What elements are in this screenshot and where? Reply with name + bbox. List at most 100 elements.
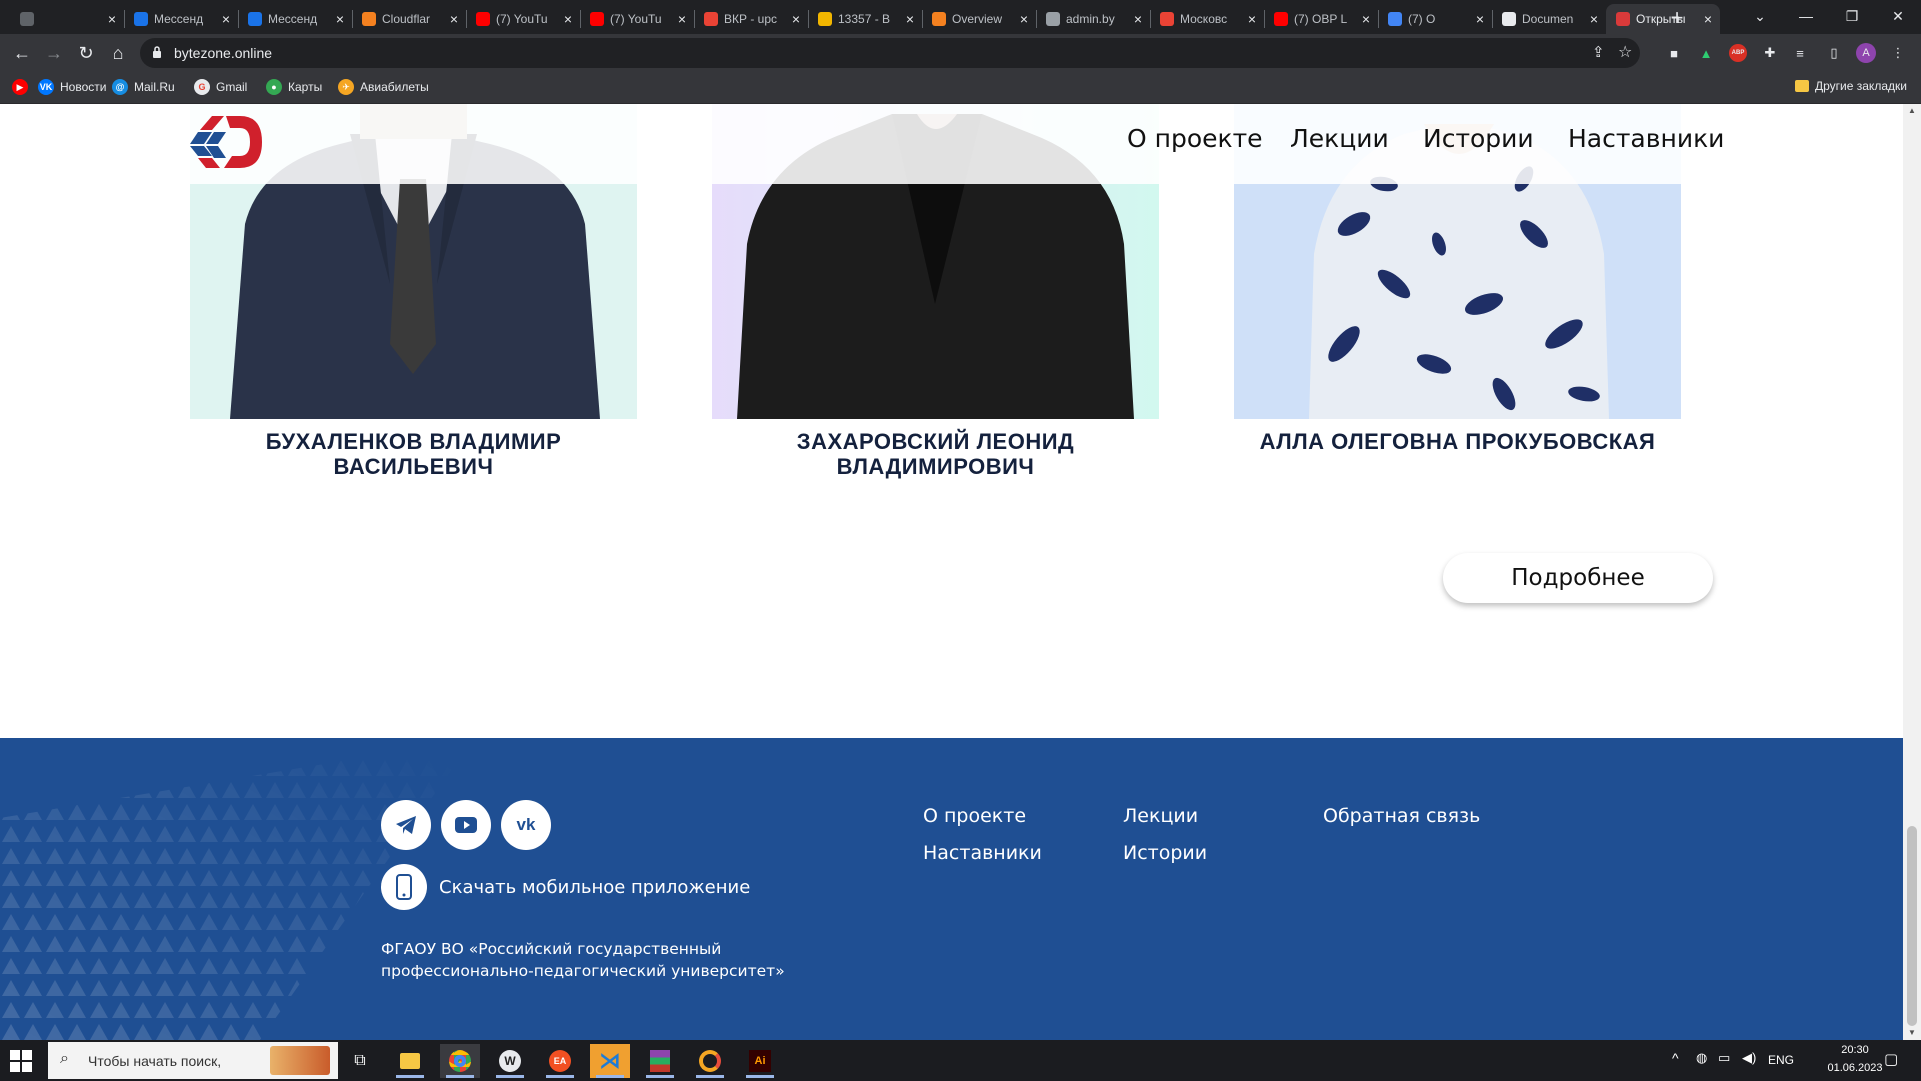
- menu-icon[interactable]: ⋮: [1888, 43, 1908, 63]
- address-bar[interactable]: bytezone.online ⇪ ☆: [140, 38, 1640, 68]
- tab-close-icon[interactable]: ×: [564, 11, 572, 27]
- footer-link-about[interactable]: О проекте: [923, 805, 1026, 827]
- tray-volume-icon[interactable]: ◀︎): [1742, 1050, 1756, 1066]
- browser-tab[interactable]: 13357 - В ×: [808, 4, 922, 34]
- tab-title: Мессенд: [268, 12, 318, 26]
- tab-close-icon[interactable]: ×: [108, 11, 116, 27]
- puzzle-icon[interactable]: ✚: [1760, 43, 1780, 63]
- nav-about[interactable]: О проекте: [1127, 124, 1263, 153]
- tab-close-icon[interactable]: ×: [1020, 11, 1028, 27]
- taskbar-search[interactable]: ⌕ Чтобы начать поиск,: [48, 1042, 338, 1079]
- footer-link-lectures[interactable]: Лекции: [1123, 805, 1198, 827]
- winrar-icon[interactable]: [640, 1044, 680, 1078]
- tab-close-icon[interactable]: ×: [1590, 11, 1598, 27]
- maximize-button[interactable]: ❐: [1829, 2, 1875, 30]
- browser-tab[interactable]: Documen ×: [1492, 4, 1606, 34]
- media-icon[interactable]: ≡: [1790, 43, 1810, 63]
- tab-close-icon[interactable]: ×: [792, 11, 800, 27]
- browser-tab[interactable]: Московс ×: [1150, 4, 1264, 34]
- more-button[interactable]: Подробнее: [1443, 553, 1713, 603]
- footer-link-feedback[interactable]: Обратная связь: [1323, 805, 1480, 827]
- browser-tab[interactable]: Мессенд ×: [238, 4, 352, 34]
- reload-button[interactable]: ↻: [72, 39, 100, 67]
- share-icon[interactable]: ⇪: [1592, 43, 1605, 61]
- bookmark-item[interactable]: @ Mail.Ru: [112, 79, 175, 95]
- avatar[interactable]: A: [1856, 43, 1876, 63]
- notifications-icon[interactable]: ▢: [1884, 1050, 1898, 1068]
- chrome-icon[interactable]: [440, 1044, 480, 1078]
- app-w-icon[interactable]: W: [490, 1044, 530, 1078]
- adblock-icon[interactable]: ABP: [1728, 43, 1748, 63]
- vk-button[interactable]: vk: [501, 800, 551, 850]
- home-button[interactable]: ⌂: [104, 39, 132, 67]
- illustrator-icon[interactable]: Ai: [740, 1044, 780, 1078]
- windows-start-icon[interactable]: [10, 1050, 32, 1072]
- page-scrollbar[interactable]: ▲ ▼: [1903, 104, 1921, 1040]
- tab-close-icon[interactable]: ×: [1704, 11, 1712, 27]
- tray-language[interactable]: ENG: [1768, 1053, 1794, 1067]
- browser-tab[interactable]: (7) О ×: [1378, 4, 1492, 34]
- footer-link-mentors[interactable]: Наставники: [923, 842, 1042, 864]
- tray-meet-icon[interactable]: ◍: [1696, 1050, 1707, 1066]
- camera-icon[interactable]: ■: [1664, 43, 1684, 63]
- tray-chevron-icon[interactable]: ^: [1672, 1050, 1679, 1066]
- mobile-app-button[interactable]: [381, 864, 427, 910]
- tab-close-icon[interactable]: ×: [906, 11, 914, 27]
- new-tab-button[interactable]: +: [1662, 4, 1692, 32]
- sidepanel-icon[interactable]: ▯: [1824, 43, 1844, 63]
- tab-close-icon[interactable]: ×: [222, 11, 230, 27]
- scroll-thumb[interactable]: [1907, 826, 1917, 1026]
- youtube-icon: [455, 817, 477, 833]
- extension-icon[interactable]: ▲: [1696, 43, 1716, 63]
- nav-lectures[interactable]: Лекции: [1290, 124, 1389, 153]
- scroll-down-icon[interactable]: ▼: [1908, 1028, 1916, 1037]
- minimize-button[interactable]: —: [1783, 2, 1829, 30]
- bookmark-item[interactable]: ✈ Авиабилеты: [338, 79, 429, 95]
- mobile-app-link[interactable]: Скачать мобильное приложение: [439, 877, 750, 898]
- youtube-button[interactable]: [441, 800, 491, 850]
- browser-tab[interactable]: ×: [10, 4, 124, 34]
- mentor-name-1[interactable]: Бухаленков Владимир Васильевич: [190, 429, 637, 479]
- bookmark-item[interactable]: ● Карты: [266, 79, 322, 95]
- file-explorer-icon[interactable]: [390, 1044, 430, 1078]
- vscode-icon[interactable]: ⋊: [590, 1044, 630, 1078]
- tab-close-icon[interactable]: ×: [1476, 11, 1484, 27]
- tab-separator: [352, 10, 353, 28]
- bookmark-item[interactable]: G Gmail: [194, 79, 247, 95]
- browser-tab[interactable]: admin.by ×: [1036, 4, 1150, 34]
- tab-close-icon[interactable]: ×: [678, 11, 686, 27]
- mentor-name-3[interactable]: Алла Олеговна Прокубовская: [1234, 429, 1681, 454]
- browser-tab[interactable]: ВКР - upc ×: [694, 4, 808, 34]
- mentor-name-2[interactable]: Захаровский Леонид Владимирович: [712, 429, 1159, 479]
- browser-tab[interactable]: Мессенд ×: [124, 4, 238, 34]
- browser-tab[interactable]: Overview ×: [922, 4, 1036, 34]
- tab-close-icon[interactable]: ×: [450, 11, 458, 27]
- nav-stories[interactable]: Истории: [1423, 124, 1534, 153]
- tab-search-icon[interactable]: ⌄: [1737, 2, 1783, 30]
- bookmark-star-icon[interactable]: ☆: [1618, 42, 1632, 62]
- telegram-button[interactable]: [381, 800, 431, 850]
- scroll-up-icon[interactable]: ▲: [1908, 106, 1916, 115]
- tab-close-icon[interactable]: ×: [336, 11, 344, 27]
- tray-network-icon[interactable]: ▭: [1718, 1050, 1730, 1066]
- other-bookmarks[interactable]: Другие закладки: [1795, 79, 1907, 93]
- close-window-button[interactable]: ✕: [1875, 2, 1921, 30]
- site-logo[interactable]: [190, 116, 262, 168]
- nav-mentors[interactable]: Наставники: [1568, 124, 1724, 153]
- bookmark-item[interactable]: VK Новости: [38, 79, 106, 95]
- tab-close-icon[interactable]: ×: [1248, 11, 1256, 27]
- ea-app-icon[interactable]: EA: [540, 1044, 580, 1078]
- browser-tab[interactable]: (7) YouTu ×: [580, 4, 694, 34]
- browser-tab[interactable]: (7) OBP L ×: [1264, 4, 1378, 34]
- browser-tab[interactable]: Cloudflar ×: [352, 4, 466, 34]
- tab-close-icon[interactable]: ×: [1134, 11, 1142, 27]
- task-view-icon[interactable]: ⧉: [340, 1044, 380, 1078]
- browser-tab[interactable]: (7) YouTu ×: [466, 4, 580, 34]
- bookmark-item[interactable]: ▶: [12, 79, 34, 95]
- back-button[interactable]: ←: [8, 39, 36, 67]
- tray-clock-time[interactable]: 20:30: [1820, 1044, 1890, 1056]
- forward-button[interactable]: →: [40, 39, 68, 67]
- footer-link-stories[interactable]: Истории: [1123, 842, 1207, 864]
- tab-close-icon[interactable]: ×: [1362, 11, 1370, 27]
- app-c-icon[interactable]: [690, 1044, 730, 1078]
